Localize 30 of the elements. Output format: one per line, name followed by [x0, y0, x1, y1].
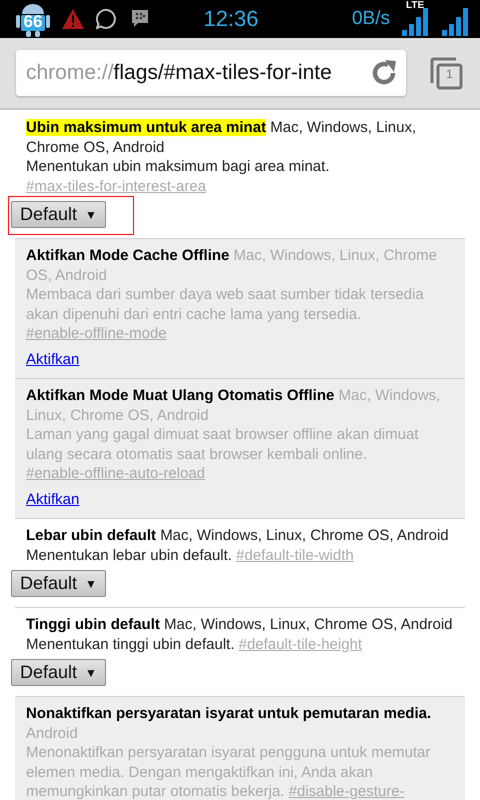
- flag-heading: Aktifkan Mode Muat Ulang Otomatis Offline Mac, Windows, Linux, Chrome OS, Android: [26, 386, 442, 425]
- robot-icon: [16, 1, 50, 37]
- reload-icon[interactable]: [370, 59, 398, 87]
- flag-description: Menonaktifkan persyaratan isyarat pengguna untuk memutar elemen media. Dengan mengaktifkan ini, Anda akan memungkinkan putar otomatis bekerja. #disable-gesture-: [26, 743, 432, 800]
- dropdown[interactable]: Default ▼: [11, 201, 106, 228]
- address-bar[interactable]: chrome://flags/#max-tiles-for-inte: [16, 50, 406, 96]
- flag-description: Menentukan lebar ubin default. #default-tile-width: [26, 546, 355, 565]
- flag-description: Menentukan ubin maksimum bagi area minat. #max-tiles-for-interest-area: [26, 157, 330, 196]
- flag-heading: Tinggi ubin default Mac, Windows, Linux, Chrome OS, Android: [26, 615, 454, 634]
- flag-anchor-link[interactable]: #max-tiles-for-interest-area: [26, 178, 206, 194]
- flag-heading: Nonaktifkan persyaratan isyarat untuk pemutaran media. Android: [26, 704, 432, 743]
- network-type: LTE: [406, 0, 424, 11]
- message-icon: [130, 9, 150, 29]
- notification-count: 66: [22, 13, 44, 30]
- flag-description: Laman yang gagal dimuat saat browser offline akan dimuat ulang secara otomatis saat browser kembali online. #enable-offline-auto-reload: [26, 425, 420, 484]
- warning-icon: [62, 9, 84, 29]
- flag-heading: Aktifkan Mode Cache Offline Mac, Windows, Linux, Chrome OS, Android: [26, 246, 438, 285]
- dropdown[interactable]: Default ▼: [11, 659, 106, 686]
- flag-anchor-link[interactable]: #default-tile-height: [238, 636, 362, 652]
- chat-bubble-icon: [96, 8, 118, 30]
- flag-heading: Lebar ubin default Mac, Windows, Linux, Chrome OS, Android: [26, 526, 450, 546]
- data-rate: 0B/s: [352, 8, 390, 30]
- signal-icon: [442, 8, 470, 36]
- flag-heading: Ubin maksimum untuk area minat Mac, Windows, Linux, Chrome OS, Android: [26, 118, 418, 157]
- flag-description: Menentukan tinggi ubin default. #default-tile-height: [26, 634, 364, 654]
- mobile-signal-icon: [402, 8, 430, 36]
- dropdown[interactable]: Default ▼: [11, 570, 106, 597]
- flag-anchor-link[interactable]: #default-tile-width: [236, 546, 354, 564]
- clock: 12:36: [203, 6, 260, 32]
- flag-description: Membaca dari sumber daya web saat sumber tidak tersedia akan dipenuhi dari entri cache lama yang tersedia. #enable-offline-mode: [26, 285, 425, 344]
